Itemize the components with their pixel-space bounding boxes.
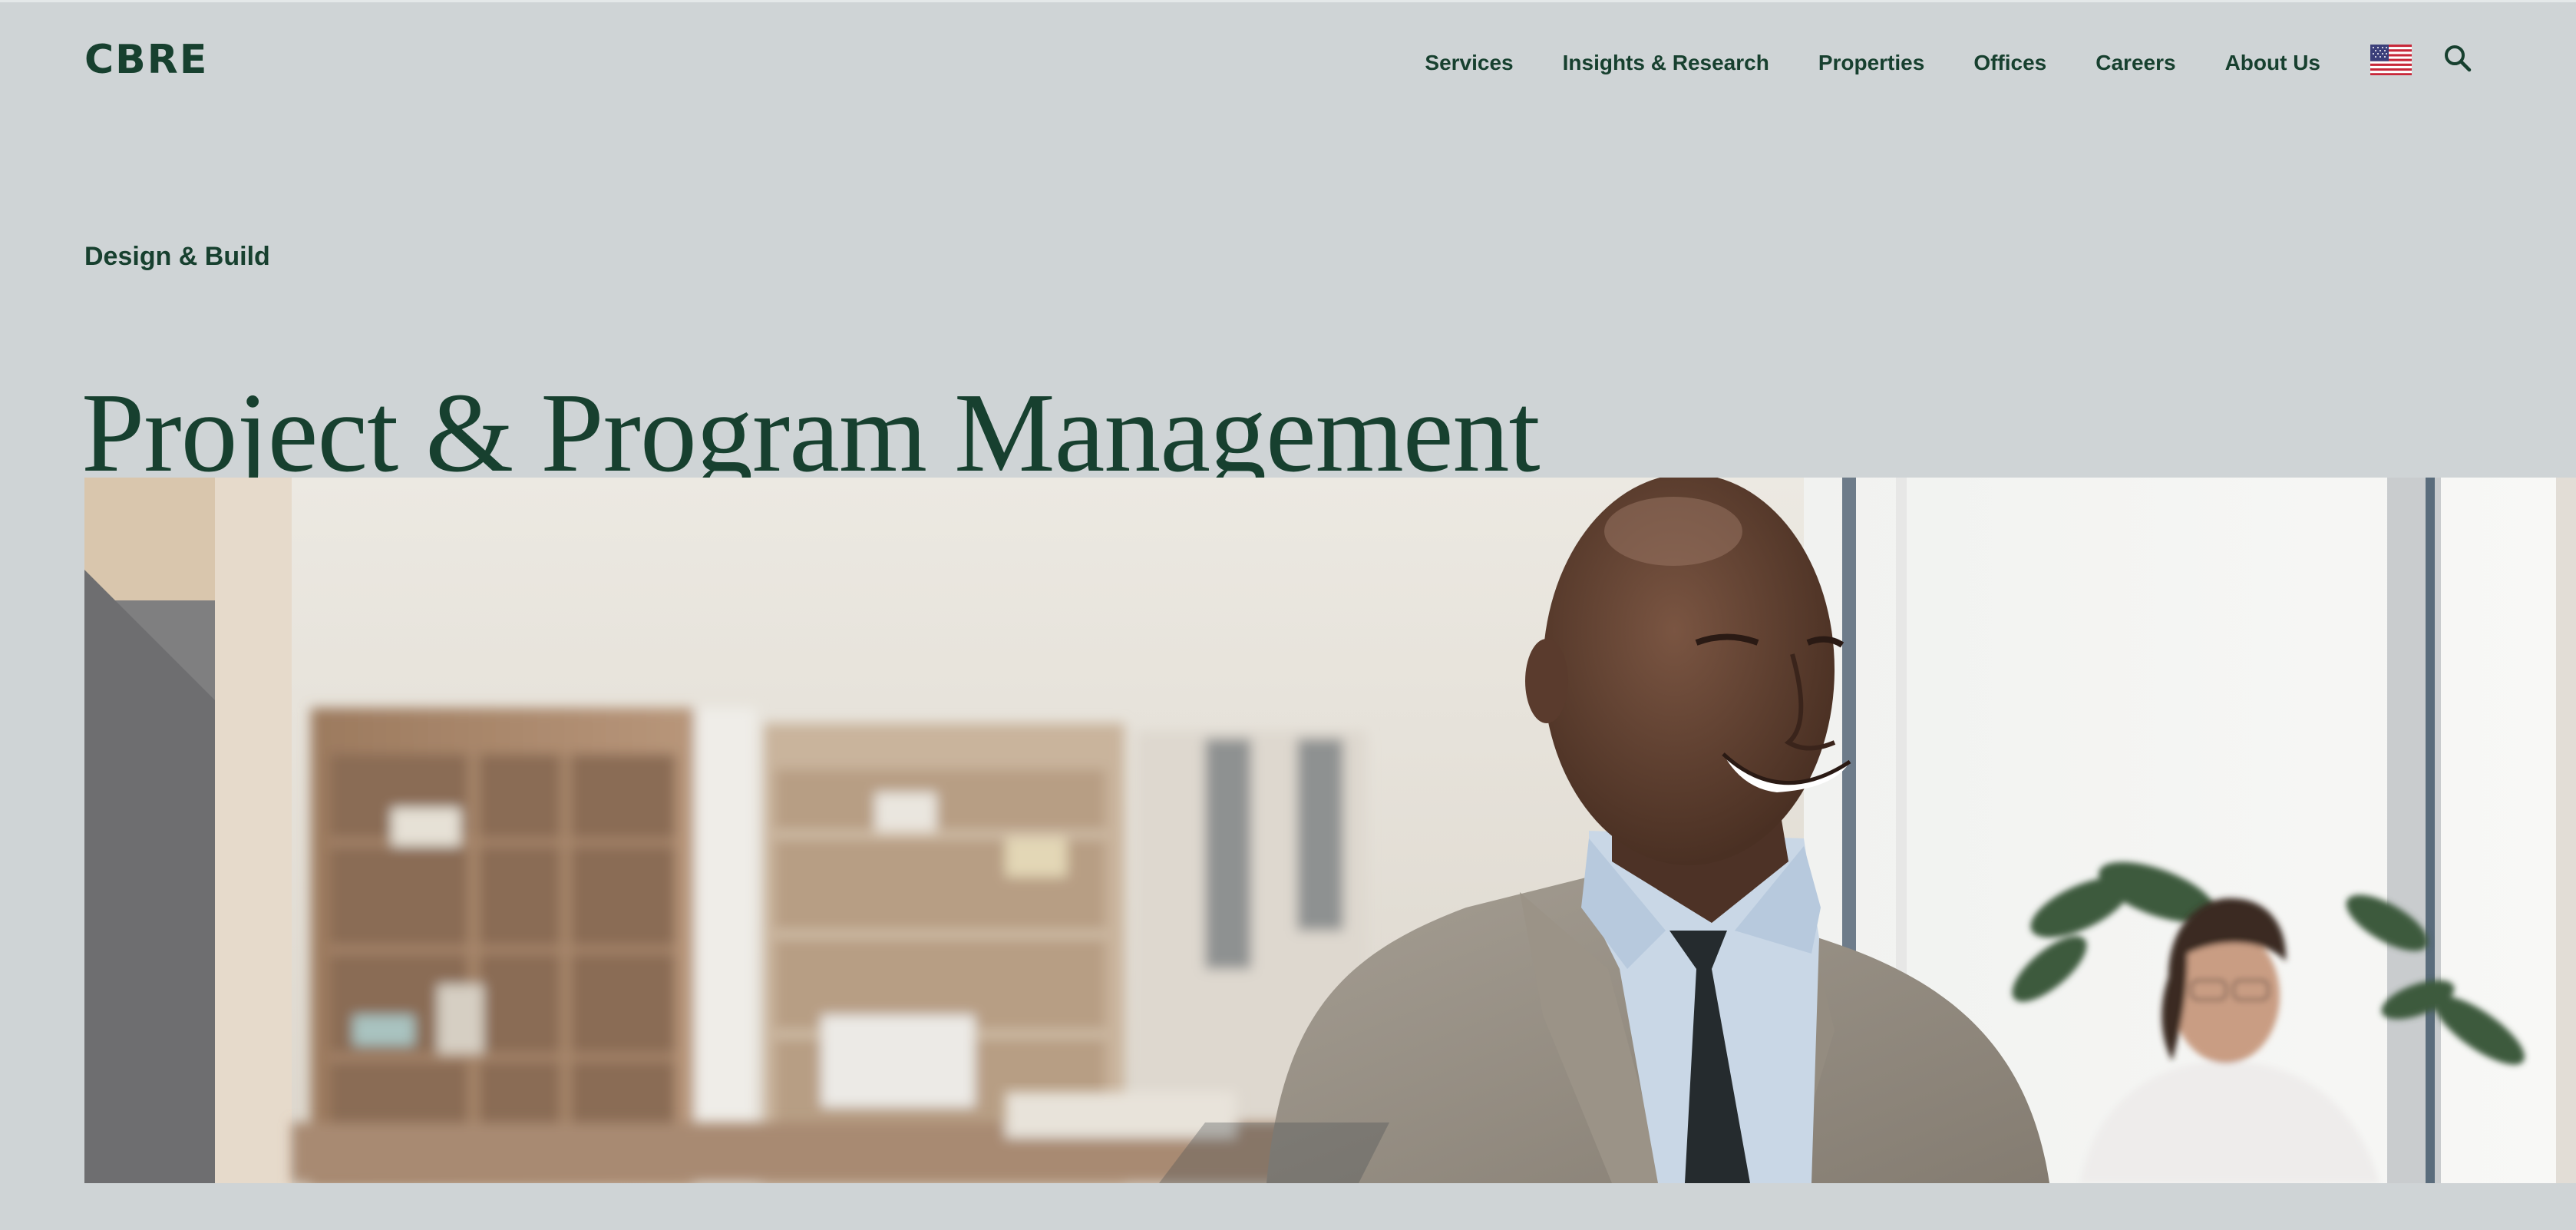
nav-item-services[interactable]: Services: [1425, 48, 1513, 78]
site-header: CBRE Services Insights & Research Proper…: [0, 0, 2576, 123]
nav-item-properties[interactable]: Properties: [1818, 48, 1925, 78]
main-navigation: Services Insights & Research Properties …: [1425, 48, 2320, 78]
nav-item-insights-research[interactable]: Insights & Research: [1563, 48, 1769, 78]
us-flag-icon[interactable]: [2370, 45, 2412, 75]
cbre-logo[interactable]: CBRE: [84, 40, 208, 80]
hero-image: [84, 478, 2576, 1183]
search-icon[interactable]: [2442, 43, 2473, 74]
nav-item-about-us[interactable]: About Us: [2225, 48, 2320, 78]
nav-item-careers[interactable]: Careers: [2095, 48, 2175, 78]
nav-item-offices[interactable]: Offices: [1973, 48, 2046, 78]
page-category: Design & Build: [84, 242, 270, 271]
